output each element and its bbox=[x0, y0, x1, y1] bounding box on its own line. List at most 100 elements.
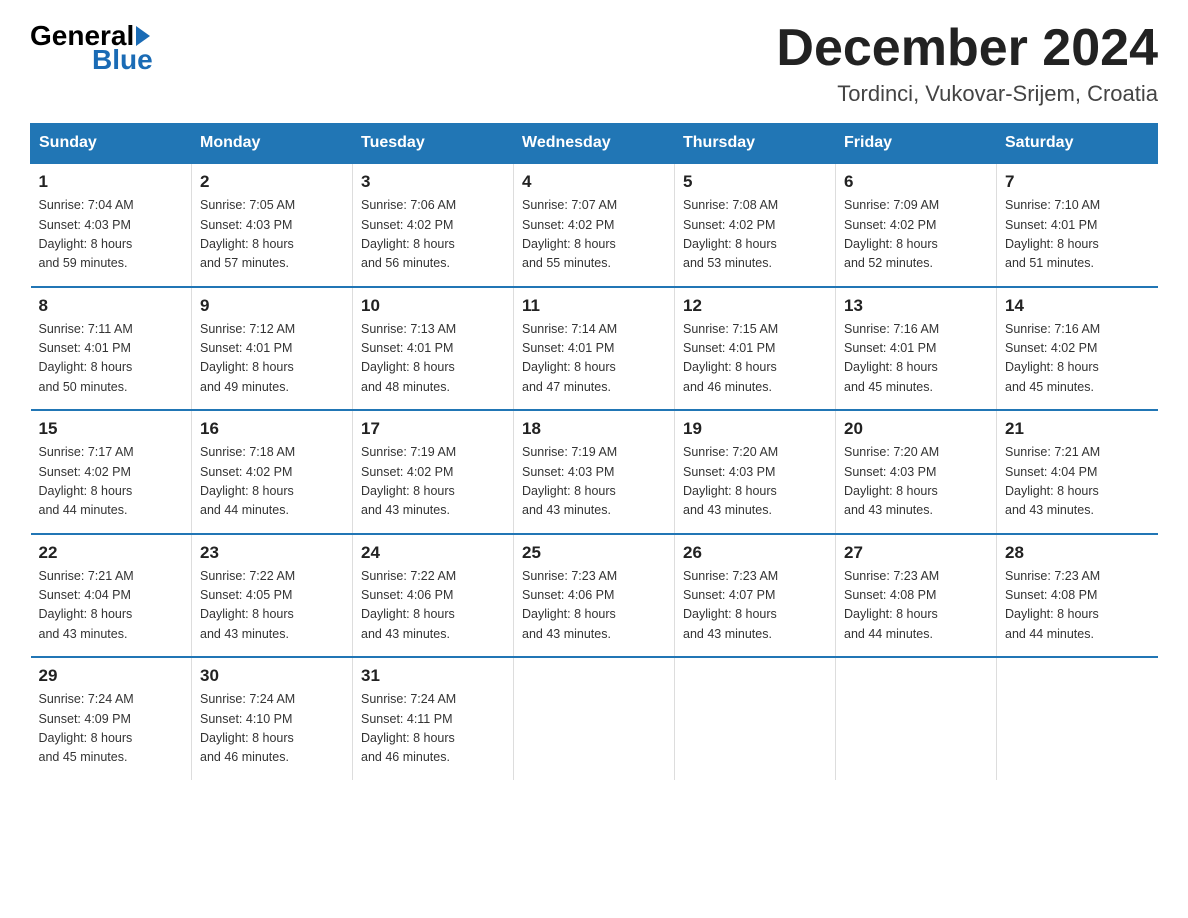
day-number: 23 bbox=[200, 543, 344, 563]
calendar-cell bbox=[997, 657, 1158, 780]
day-number: 28 bbox=[1005, 543, 1150, 563]
day-number: 11 bbox=[522, 296, 666, 316]
day-info: Sunrise: 7:14 AMSunset: 4:01 PMDaylight:… bbox=[522, 320, 666, 398]
day-number: 30 bbox=[200, 666, 344, 686]
calendar-cell bbox=[675, 657, 836, 780]
calendar-cell: 7 Sunrise: 7:10 AMSunset: 4:01 PMDaylight… bbox=[997, 163, 1158, 287]
day-number: 21 bbox=[1005, 419, 1150, 439]
day-info: Sunrise: 7:24 AMSunset: 4:09 PMDaylight:… bbox=[39, 690, 184, 768]
day-number: 1 bbox=[39, 172, 184, 192]
day-info: Sunrise: 7:08 AMSunset: 4:02 PMDaylight:… bbox=[683, 196, 827, 274]
calendar-cell: 2 Sunrise: 7:05 AMSunset: 4:03 PMDaylight… bbox=[192, 163, 353, 287]
calendar-cell: 31 Sunrise: 7:24 AMSunset: 4:11 PMDayligh… bbox=[353, 657, 514, 780]
calendar-cell bbox=[836, 657, 997, 780]
day-number: 5 bbox=[683, 172, 827, 192]
day-number: 16 bbox=[200, 419, 344, 439]
calendar-cell: 23Sunrise: 7:22 AMSunset: 4:05 PMDayligh… bbox=[192, 534, 353, 658]
day-number: 6 bbox=[844, 172, 988, 192]
day-info: Sunrise: 7:13 AMSunset: 4:01 PMDaylight:… bbox=[361, 320, 505, 398]
calendar-cell: 14Sunrise: 7:16 AMSunset: 4:02 PMDayligh… bbox=[997, 287, 1158, 411]
header-day-sunday: Sunday bbox=[31, 124, 192, 164]
day-number: 19 bbox=[683, 419, 827, 439]
day-info: Sunrise: 7:06 AMSunset: 4:02 PMDaylight:… bbox=[361, 196, 505, 274]
day-number: 20 bbox=[844, 419, 988, 439]
day-info: Sunrise: 7:20 AMSunset: 4:03 PMDaylight:… bbox=[683, 443, 827, 521]
header-day-thursday: Thursday bbox=[675, 124, 836, 164]
day-info: Sunrise: 7:24 AMSunset: 4:11 PMDaylight:… bbox=[361, 690, 505, 768]
calendar-cell: 21 Sunrise: 7:21 AMSunset: 4:04 PMDayligh… bbox=[997, 410, 1158, 534]
header-day-friday: Friday bbox=[836, 124, 997, 164]
calendar-week-row: 29 Sunrise: 7:24 AMSunset: 4:09 PMDayligh… bbox=[31, 657, 1158, 780]
day-info: Sunrise: 7:16 AMSunset: 4:01 PMDaylight:… bbox=[844, 320, 988, 398]
day-number: 7 bbox=[1005, 172, 1150, 192]
logo-blue-word: Blue bbox=[92, 44, 153, 76]
calendar-cell: 26 Sunrise: 7:23 AMSunset: 4:07 PMDayligh… bbox=[675, 534, 836, 658]
day-number: 22 bbox=[39, 543, 184, 563]
day-info: Sunrise: 7:17 AMSunset: 4:02 PMDaylight:… bbox=[39, 443, 184, 521]
calendar-cell: 30 Sunrise: 7:24 AMSunset: 4:10 PMDayligh… bbox=[192, 657, 353, 780]
day-info: Sunrise: 7:04 AMSunset: 4:03 PMDaylight:… bbox=[39, 196, 184, 274]
logo-triangle-icon bbox=[136, 26, 150, 46]
day-info: Sunrise: 7:23 AMSunset: 4:08 PMDaylight:… bbox=[844, 567, 988, 645]
day-info: Sunrise: 7:22 AMSunset: 4:06 PMDaylight:… bbox=[361, 567, 505, 645]
month-title: December 2024 bbox=[776, 20, 1158, 77]
logo: General Blue bbox=[30, 20, 153, 76]
calendar-header-row: SundayMondayTuesdayWednesdayThursdayFrid… bbox=[31, 124, 1158, 164]
calendar-cell: 12Sunrise: 7:15 AMSunset: 4:01 PMDayligh… bbox=[675, 287, 836, 411]
day-number: 25 bbox=[522, 543, 666, 563]
day-number: 13 bbox=[844, 296, 988, 316]
header-day-wednesday: Wednesday bbox=[514, 124, 675, 164]
calendar-cell: 22 Sunrise: 7:21 AMSunset: 4:04 PMDayligh… bbox=[31, 534, 192, 658]
calendar-week-row: 15Sunrise: 7:17 AMSunset: 4:02 PMDayligh… bbox=[31, 410, 1158, 534]
day-number: 24 bbox=[361, 543, 505, 563]
day-info: Sunrise: 7:21 AMSunset: 4:04 PMDaylight:… bbox=[1005, 443, 1150, 521]
day-number: 8 bbox=[39, 296, 184, 316]
day-info: Sunrise: 7:21 AMSunset: 4:04 PMDaylight:… bbox=[39, 567, 184, 645]
day-info: Sunrise: 7:10 AMSunset: 4:01 PMDaylight:… bbox=[1005, 196, 1150, 274]
calendar-cell: 19 Sunrise: 7:20 AMSunset: 4:03 PMDayligh… bbox=[675, 410, 836, 534]
day-info: Sunrise: 7:07 AMSunset: 4:02 PMDaylight:… bbox=[522, 196, 666, 274]
day-number: 17 bbox=[361, 419, 505, 439]
calendar-cell: 13 Sunrise: 7:16 AMSunset: 4:01 PMDayligh… bbox=[836, 287, 997, 411]
calendar-cell: 28 Sunrise: 7:23 AMSunset: 4:08 PMDayligh… bbox=[997, 534, 1158, 658]
calendar-cell: 9Sunrise: 7:12 AMSunset: 4:01 PMDaylight… bbox=[192, 287, 353, 411]
day-info: Sunrise: 7:11 AMSunset: 4:01 PMDaylight:… bbox=[39, 320, 184, 398]
day-number: 9 bbox=[200, 296, 344, 316]
day-info: Sunrise: 7:09 AMSunset: 4:02 PMDaylight:… bbox=[844, 196, 988, 274]
day-info: Sunrise: 7:20 AMSunset: 4:03 PMDaylight:… bbox=[844, 443, 988, 521]
calendar-cell: 15Sunrise: 7:17 AMSunset: 4:02 PMDayligh… bbox=[31, 410, 192, 534]
calendar-cell: 1 Sunrise: 7:04 AMSunset: 4:03 PMDaylight… bbox=[31, 163, 192, 287]
calendar-cell: 6 Sunrise: 7:09 AMSunset: 4:02 PMDaylight… bbox=[836, 163, 997, 287]
day-info: Sunrise: 7:23 AMSunset: 4:06 PMDaylight:… bbox=[522, 567, 666, 645]
calendar-cell: 3 Sunrise: 7:06 AMSunset: 4:02 PMDaylight… bbox=[353, 163, 514, 287]
day-info: Sunrise: 7:23 AMSunset: 4:08 PMDaylight:… bbox=[1005, 567, 1150, 645]
day-info: Sunrise: 7:16 AMSunset: 4:02 PMDaylight:… bbox=[1005, 320, 1150, 398]
day-number: 26 bbox=[683, 543, 827, 563]
calendar-cell: 27 Sunrise: 7:23 AMSunset: 4:08 PMDayligh… bbox=[836, 534, 997, 658]
day-info: Sunrise: 7:24 AMSunset: 4:10 PMDaylight:… bbox=[200, 690, 344, 768]
day-number: 4 bbox=[522, 172, 666, 192]
page-header: General Blue December 2024 Tordinci, Vuk… bbox=[30, 20, 1158, 107]
day-info: Sunrise: 7:05 AMSunset: 4:03 PMDaylight:… bbox=[200, 196, 344, 274]
day-number: 29 bbox=[39, 666, 184, 686]
calendar-cell: 10Sunrise: 7:13 AMSunset: 4:01 PMDayligh… bbox=[353, 287, 514, 411]
calendar-cell: 11 Sunrise: 7:14 AMSunset: 4:01 PMDayligh… bbox=[514, 287, 675, 411]
calendar-cell: 25 Sunrise: 7:23 AMSunset: 4:06 PMDayligh… bbox=[514, 534, 675, 658]
header-day-saturday: Saturday bbox=[997, 124, 1158, 164]
day-number: 31 bbox=[361, 666, 505, 686]
day-info: Sunrise: 7:18 AMSunset: 4:02 PMDaylight:… bbox=[200, 443, 344, 521]
calendar-cell: 29 Sunrise: 7:24 AMSunset: 4:09 PMDayligh… bbox=[31, 657, 192, 780]
day-number: 27 bbox=[844, 543, 988, 563]
calendar-cell bbox=[514, 657, 675, 780]
calendar-body: 1 Sunrise: 7:04 AMSunset: 4:03 PMDaylight… bbox=[31, 163, 1158, 780]
calendar-cell: 18Sunrise: 7:19 AMSunset: 4:03 PMDayligh… bbox=[514, 410, 675, 534]
location-subtitle: Tordinci, Vukovar-Srijem, Croatia bbox=[776, 81, 1158, 107]
day-info: Sunrise: 7:19 AMSunset: 4:02 PMDaylight:… bbox=[361, 443, 505, 521]
day-number: 3 bbox=[361, 172, 505, 192]
day-number: 18 bbox=[522, 419, 666, 439]
calendar-week-row: 1 Sunrise: 7:04 AMSunset: 4:03 PMDaylight… bbox=[31, 163, 1158, 287]
day-info: Sunrise: 7:23 AMSunset: 4:07 PMDaylight:… bbox=[683, 567, 827, 645]
day-number: 2 bbox=[200, 172, 344, 192]
calendar-cell: 5 Sunrise: 7:08 AMSunset: 4:02 PMDaylight… bbox=[675, 163, 836, 287]
day-info: Sunrise: 7:15 AMSunset: 4:01 PMDaylight:… bbox=[683, 320, 827, 398]
